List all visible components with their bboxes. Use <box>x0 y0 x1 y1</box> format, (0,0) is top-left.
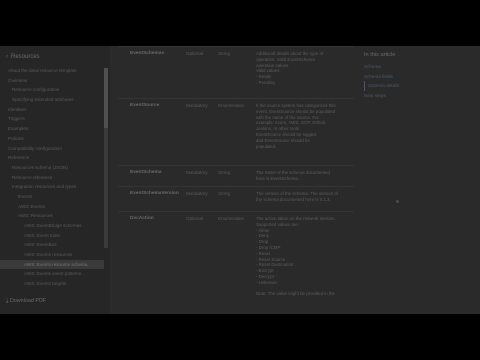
field-description: If the source system has categorized thi… <box>256 103 352 149</box>
field-type: Enumeration <box>218 103 245 108</box>
sidebar-item[interactable]: Triggers <box>0 114 104 124</box>
field-type: String <box>218 51 231 56</box>
description-line: The version of the schema. The version o… <box>256 191 338 196</box>
toc-item[interactable]: Schema <box>364 62 474 72</box>
table-of-contents: In this article Schema Schema fields Schem… <box>364 52 474 100</box>
field-name: EventSource <box>130 103 160 108</box>
sidebar-item[interactable]: AWS::Events targets <box>0 279 104 289</box>
description-line: populated. <box>256 143 277 149</box>
field-name: EventSchemaVersion <box>130 191 179 196</box>
sidebar-item[interactable]: Integration resources and types <box>0 182 104 192</box>
table-row: DvcAction Optional Enumeration The action t… <box>118 211 354 296</box>
sidebar-item[interactable]: AWS::Events event patterns <box>0 269 104 279</box>
toc-title: In this article <box>364 52 396 58</box>
sidebar-scrollbar-thumb[interactable] <box>104 68 108 128</box>
sidebar-item[interactable]: AWS::Events resources <box>0 250 104 260</box>
description-line: here is EventSchema. <box>256 175 299 181</box>
field-name: DvcAction <box>130 216 154 221</box>
sidebar-item[interactable]: Policies <box>0 134 104 144</box>
sidebar-item[interactable]: AWS::Events <box>0 202 104 212</box>
table-row: EventSchemas Optional String Additional det… <box>118 46 354 85</box>
field-description: The action taken on the network session.… <box>256 216 352 297</box>
table-row: EventSchemaVersion Mandatory String The ver… <box>118 186 354 202</box>
toc-item[interactable]: Schema details <box>364 81 474 91</box>
download-pdf-link[interactable]: ⤓ Download PDF <box>6 298 46 305</box>
sidebar: ‹ Resources About the ideal resource temp… <box>0 46 110 314</box>
field-required: Optional <box>186 51 204 56</box>
sidebar-header[interactable]: ‹ Resources <box>6 54 40 60</box>
sidebar-nav-list: About the ideal resource template Overvie… <box>0 66 104 289</box>
description-line: the schema documented here is 0.1.3. <box>256 196 331 202</box>
sidebar-item[interactable]: Resources schema (JSON) <box>0 163 104 173</box>
sidebar-item[interactable]: Reference <box>0 153 104 163</box>
sidebar-item[interactable]: AWS::EventBridge schemas <box>0 221 104 231</box>
description-line: - Pending <box>256 79 275 85</box>
field-required: Mandatory <box>186 170 208 175</box>
cursor-dot <box>396 200 399 203</box>
sidebar-item[interactable]: AWS::Resources <box>0 211 104 221</box>
sidebar-item[interactable]: Resource configuration <box>0 85 104 95</box>
sidebar-item[interactable]: Overview <box>0 76 104 86</box>
app-frame: ‹ Resources About the ideal resource temp… <box>0 46 480 314</box>
schema-table: EventSchemas Optional String Additional det… <box>118 46 354 314</box>
description-line: Note: The value might be provided in the <box>256 291 335 297</box>
field-description: The name of the schema documented here is… <box>256 170 352 182</box>
sidebar-item[interactable]: Events <box>0 192 104 202</box>
toc-item[interactable]: Next steps <box>364 91 474 101</box>
toc-item[interactable]: Schema fields <box>364 72 474 82</box>
field-required: Optional <box>186 216 204 221</box>
field-type: String <box>218 191 231 196</box>
table-row: EventSchema Mandatory String The name of th… <box>118 165 354 181</box>
sidebar-item[interactable]: AWS::Event rules <box>0 231 104 241</box>
field-required: Mandatory <box>186 191 208 196</box>
field-name: EventSchemas <box>130 51 165 56</box>
sidebar-item[interactable]: AWS::EventBus <box>0 240 104 250</box>
field-type: Enumeration <box>218 216 245 221</box>
field-name: EventSchema <box>130 170 162 175</box>
sidebar-item[interactable]: About the ideal resource template <box>0 66 104 76</box>
sidebar-item[interactable]: Identities <box>0 105 104 115</box>
field-description: The version of the schema. The version o… <box>256 191 352 203</box>
field-description: Additional details about the type of oper… <box>256 51 352 86</box>
sidebar-item[interactable]: AWS::Events resource schema <box>0 259 104 270</box>
sidebar-item[interactable]: Specifying extended attributes <box>0 95 104 105</box>
field-required: Mandatory <box>186 103 208 108</box>
chevron-left-icon: ‹ <box>6 54 8 60</box>
sidebar-item[interactable]: Compatibility configuration <box>0 144 104 154</box>
table-row: EventSource Mandatory Enumeration If the so… <box>118 98 354 149</box>
sidebar-item[interactable]: Examples <box>0 124 104 134</box>
sidebar-item[interactable]: Resource reference <box>0 173 104 183</box>
toc-list: Schema Schema fields Schema details Next st… <box>364 62 474 100</box>
field-type: String <box>218 170 231 175</box>
